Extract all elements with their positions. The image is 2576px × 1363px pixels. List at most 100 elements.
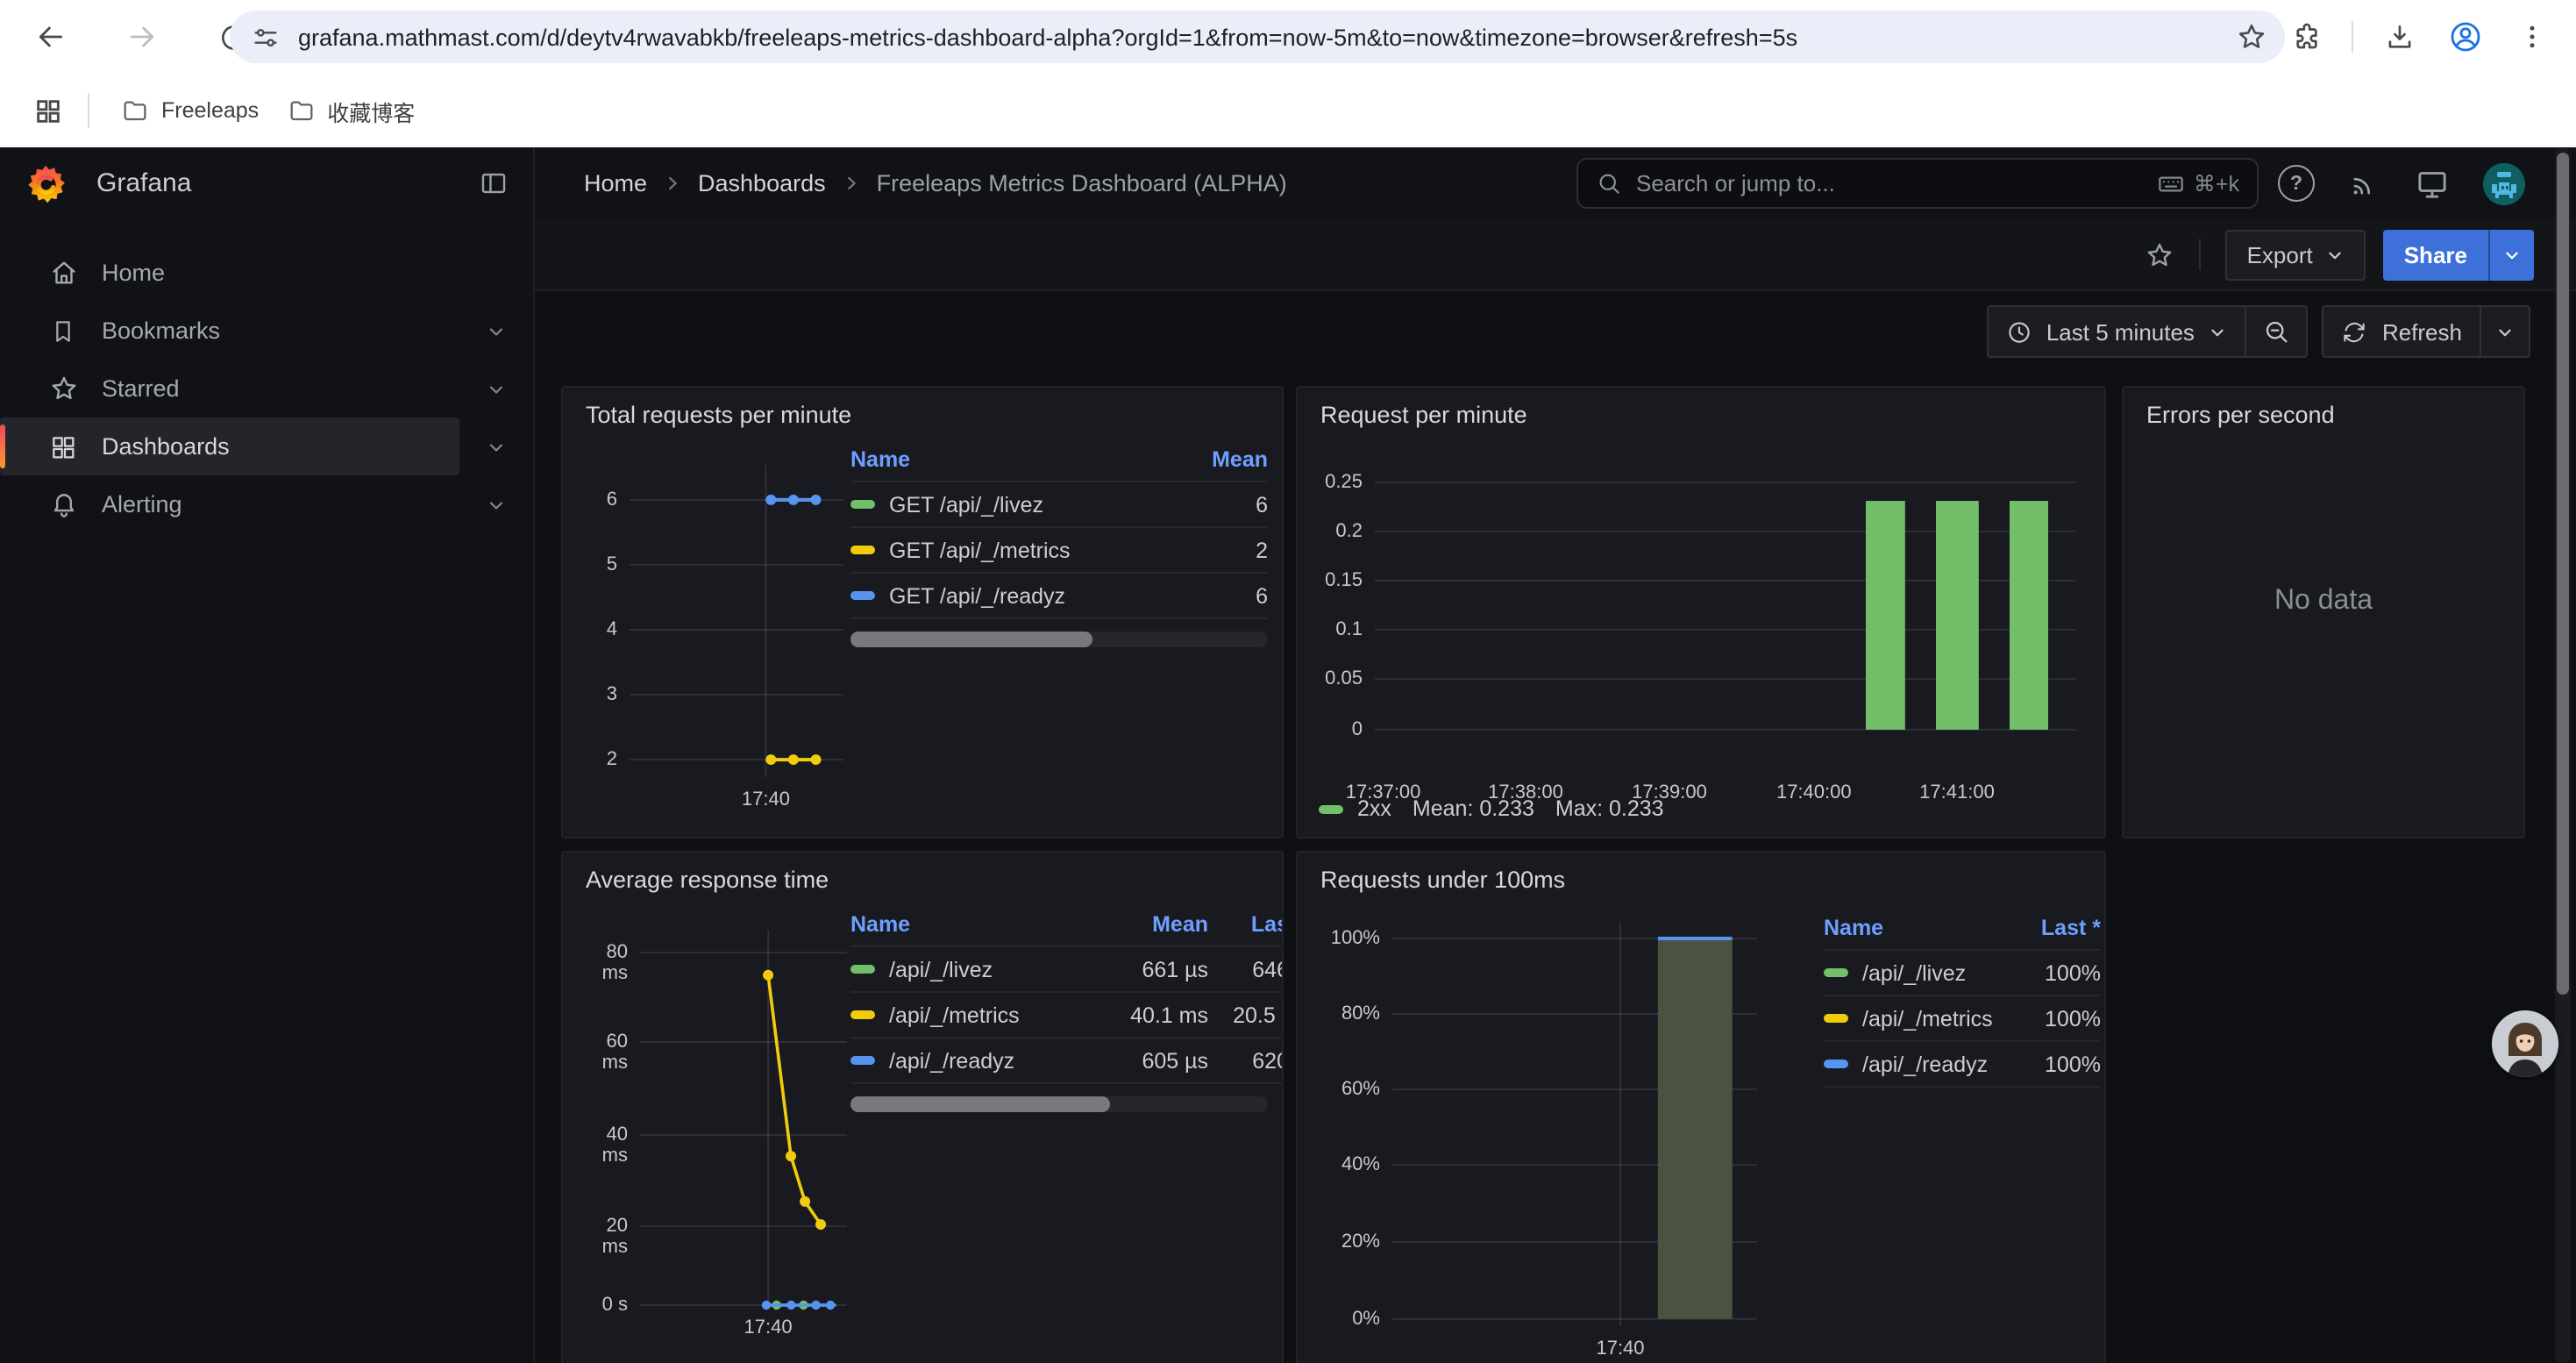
series-color-pill[interactable] [850, 546, 875, 554]
zoom-out-button[interactable] [2247, 307, 2307, 356]
bookmarks-divider [88, 93, 89, 128]
back-icon[interactable] [21, 7, 81, 67]
sidebar-item-bookmarks[interactable]: Bookmarks [0, 302, 533, 360]
breadcrumb-dashboards[interactable]: Dashboards [698, 170, 826, 196]
chevron-down-icon[interactable] [486, 494, 507, 515]
series-color-pill[interactable] [1319, 804, 1343, 813]
refresh-button[interactable]: Refresh [2324, 307, 2480, 356]
panel-requests-under-100ms[interactable]: Requests under 100ms 100%80%60%40%20%0%1… [1296, 851, 2106, 1363]
time-range-label: Last 5 minutes [2046, 318, 2195, 345]
sidebar-item-label: Home [102, 260, 165, 286]
apps-grid-icon[interactable] [18, 81, 77, 140]
legend-series[interactable]: 2xx [1357, 796, 1391, 821]
panel-total-requests[interactable]: Total requests per minute 6543217:40 Nam… [561, 386, 1284, 838]
column-header[interactable]: Mean [1099, 911, 1208, 936]
refresh-label: Refresh [2382, 318, 2462, 345]
legend-row[interactable]: /api/_/metrics 100% [1824, 996, 2101, 1042]
series-color-pill[interactable] [1824, 1014, 1848, 1023]
legend-scrollbar[interactable] [850, 632, 1268, 647]
time-range-picker[interactable]: Last 5 minutes [1989, 307, 2245, 356]
browser-toolbar: grafana.mathmast.com/d/deytv4rwavabkb/fr… [0, 0, 2576, 74]
series-color-pill[interactable] [850, 591, 875, 600]
series-color-pill[interactable] [850, 1056, 875, 1065]
column-header[interactable]: Name [850, 446, 1177, 471]
clock-icon [2006, 318, 2032, 345]
legend-row[interactable]: GET /api/_/metrics 2 [850, 528, 1268, 574]
search-icon [1596, 170, 1622, 196]
search-input[interactable]: Search or jump to... ⌘+k [1576, 158, 2259, 209]
bookmark-folder-freeleaps[interactable]: Freeleaps [107, 88, 273, 133]
breadcrumb-home[interactable]: Home [584, 170, 647, 196]
series-color-pill[interactable] [1824, 968, 1848, 977]
chevron-down-icon[interactable] [486, 320, 507, 341]
grafana-header: Grafana Home Dashboards Freeleaps Metric… [0, 147, 2576, 221]
bookmark-folder-label: Freeleaps [161, 98, 259, 123]
panel-errors-per-second[interactable]: Errors per second No data [2122, 386, 2525, 838]
legend-row[interactable]: GET /api/_/readyz 6 [850, 574, 1268, 619]
favorite-star-icon[interactable] [2145, 239, 2175, 269]
bookmark-folder-blogs[interactable]: 收藏博客 [273, 85, 429, 136]
sidebar-item-label: Starred [102, 375, 180, 402]
user-avatar[interactable] [2483, 162, 2525, 204]
grafana-logo[interactable] [23, 161, 68, 206]
sidebar-item-home[interactable]: Home [0, 244, 533, 302]
profile-icon[interactable] [2436, 7, 2495, 67]
help-icon[interactable]: ? [2278, 165, 2315, 202]
series-color-pill[interactable] [1824, 1060, 1848, 1068]
sidebar-toggle-icon[interactable] [479, 168, 509, 198]
zoom-out-icon [2263, 318, 2291, 346]
column-header[interactable]: Las [1208, 911, 1284, 936]
news-rss-icon[interactable] [2348, 167, 2381, 200]
sidebar-item-dashboards[interactable]: Dashboards [0, 417, 459, 475]
chevron-down-icon [2495, 322, 2515, 341]
sidebar-item-starred[interactable]: Starred [0, 360, 533, 417]
forward-icon[interactable] [112, 7, 172, 67]
refresh-interval-caret[interactable] [2481, 307, 2529, 356]
series-color-pill[interactable] [850, 500, 875, 509]
legend-row[interactable]: /api/_/readyz 605 µs 620 [850, 1038, 1284, 1084]
downloads-icon[interactable] [2369, 7, 2429, 67]
time-range-group: Last 5 minutes [1987, 305, 2309, 358]
refresh-group: Refresh [2323, 305, 2530, 358]
legend-row[interactable]: GET /api/_/livez 6 [850, 482, 1268, 528]
column-header[interactable]: Last * [2010, 915, 2101, 939]
column-header[interactable]: Mean [1177, 446, 1268, 471]
chevron-right-icon [663, 174, 682, 193]
bar-chart: 100%80%60%40%20%0%17:40 [1312, 912, 1771, 1363]
monitor-icon[interactable] [2415, 166, 2450, 201]
share-button[interactable]: Share [2383, 229, 2488, 280]
page-scrollbar[interactable] [2555, 147, 2571, 1363]
series-color-pill[interactable] [850, 1010, 875, 1019]
column-header[interactable]: Name [850, 911, 1099, 936]
breadcrumb-current: Freeleaps Metrics Dashboard (ALPHA) [877, 170, 1287, 196]
legend-row[interactable]: /api/_/readyz 100% [1824, 1042, 2101, 1088]
panel-title[interactable]: Errors per second [2146, 402, 2335, 428]
legend-row[interactable]: /api/_/livez 661 µs 646 [850, 947, 1284, 993]
legend-row[interactable]: /api/_/livez 100% [1824, 951, 2101, 996]
series-color-pill[interactable] [850, 965, 875, 974]
panel-title[interactable]: Requests under 100ms [1320, 867, 1565, 893]
panel-request-per-minute[interactable]: Request per minute 0.250.20.150.10.05017… [1296, 386, 2106, 838]
legend-row[interactable]: /api/_/metrics 40.1 ms 20.5 r [850, 993, 1284, 1038]
address-bar[interactable]: grafana.mathmast.com/d/deytv4rwavabkb/fr… [230, 11, 2285, 63]
browser-menu-icon[interactable] [2502, 7, 2562, 67]
panel-title[interactable]: Request per minute [1320, 402, 1527, 428]
panel-average-response-time[interactable]: Average response time 80 ms60 ms40 ms20 … [561, 851, 1284, 1363]
breadcrumb: Home Dashboards Freeleaps Metrics Dashbo… [584, 147, 1287, 219]
chevron-down-icon[interactable] [486, 436, 507, 457]
legend-scrollbar[interactable] [850, 1096, 1268, 1112]
sidebar-item-alerting[interactable]: Alerting [0, 475, 533, 533]
chevron-down-icon[interactable] [486, 378, 507, 399]
home-icon [47, 258, 79, 288]
panel-title[interactable]: Average response time [586, 867, 829, 893]
site-settings-icon[interactable] [251, 22, 281, 52]
actions-divider [2200, 239, 2202, 270]
bookmark-star-icon[interactable] [2229, 14, 2274, 60]
search-placeholder: Search or jump to... [1636, 170, 2157, 196]
column-header[interactable]: Name [1824, 915, 2010, 939]
assistant-avatar[interactable] [2492, 1010, 2558, 1077]
extensions-icon[interactable] [2276, 7, 2336, 67]
export-button[interactable]: Export [2226, 229, 2366, 280]
share-menu-caret[interactable] [2488, 229, 2534, 280]
panel-title[interactable]: Total requests per minute [586, 402, 851, 428]
